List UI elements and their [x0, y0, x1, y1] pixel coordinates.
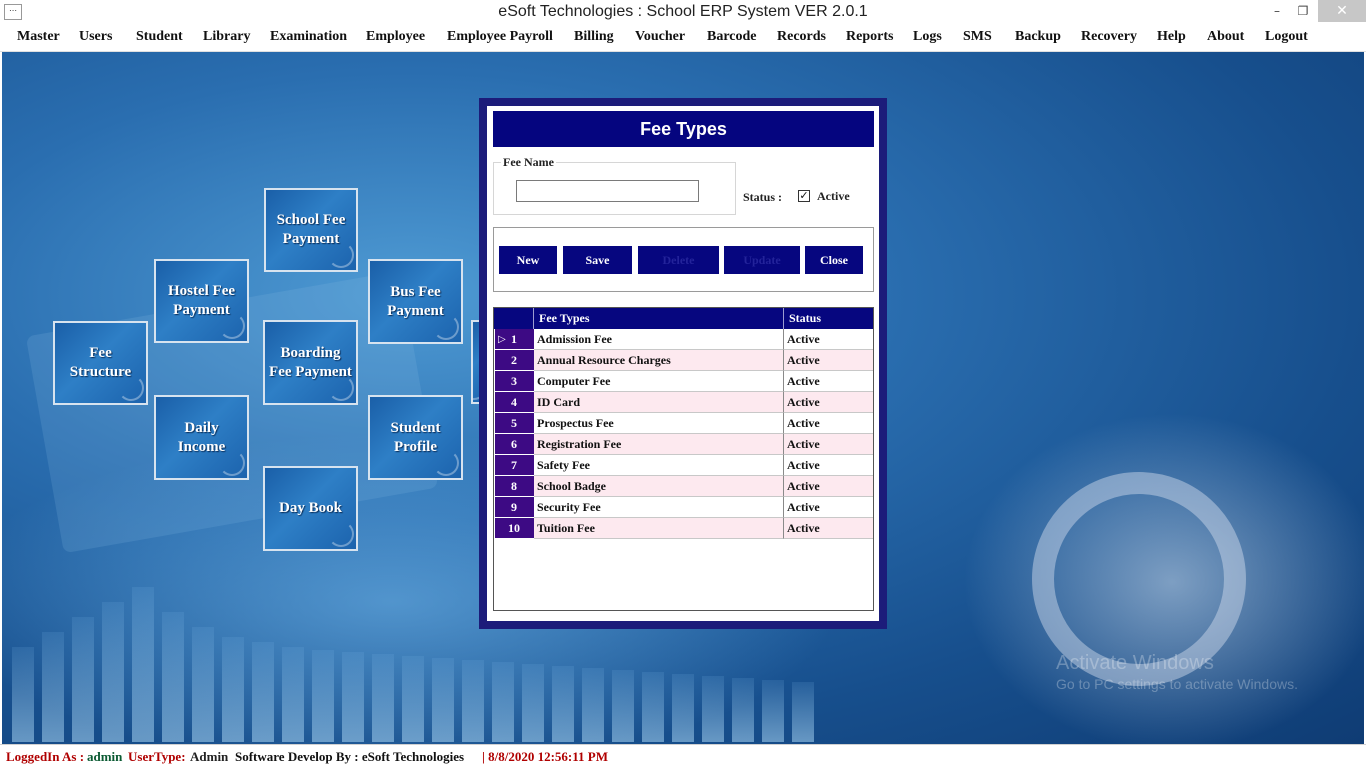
tile-bus-fee-payment[interactable]: Bus Fee Payment — [368, 259, 463, 344]
new-button[interactable]: New — [499, 246, 557, 274]
menu-backup[interactable]: Backup — [1015, 29, 1061, 45]
activation-watermark-title: Activate Windows — [1056, 652, 1214, 674]
update-button[interactable]: Update — [724, 246, 800, 274]
fee-type-cell[interactable]: Tuition Fee — [534, 518, 784, 539]
table-row[interactable]: 8 School Badge Active — [494, 476, 873, 497]
status-bar: LoggedIn As : admin UserType: Admin Soft… — [0, 744, 1366, 769]
tile-fee-structure[interactable]: Fee Structure — [53, 321, 148, 405]
menu-help[interactable]: Help — [1157, 29, 1186, 45]
fee-name-label: Fee Name — [501, 155, 556, 170]
save-button[interactable]: Save — [563, 246, 632, 274]
grid-header-rownum — [494, 308, 534, 329]
grid-header-fee-types[interactable]: Fee Types — [534, 308, 784, 329]
developer-credit: Software Develop By : eSoft Technologies — [235, 749, 465, 764]
status-cell[interactable]: Active — [784, 413, 873, 434]
status-cell[interactable]: Active — [784, 350, 873, 371]
menu-sms[interactable]: SMS — [963, 29, 992, 45]
status-cell[interactable]: Active — [784, 329, 873, 350]
menu-student[interactable]: Student — [136, 29, 183, 45]
fee-type-cell[interactable]: Computer Fee — [534, 371, 784, 392]
logged-in-label: LoggedIn As : — [6, 749, 85, 764]
delete-button[interactable]: Delete — [638, 246, 719, 274]
fee-type-cell[interactable]: School Badge — [534, 476, 784, 497]
datetime-display: | 8/8/2020 12:56:11 PM — [482, 749, 608, 764]
fee-type-cell[interactable]: Security Fee — [534, 497, 784, 518]
table-row[interactable]: 10 Tuition Fee Active — [494, 518, 873, 539]
status-cell[interactable]: Active — [784, 476, 873, 497]
dialog-body: Fee Types Fee Name Status : ✓ Active New… — [487, 106, 879, 621]
close-window-button[interactable]: ✕ — [1318, 0, 1366, 22]
table-row[interactable]: 3 Computer Fee Active — [494, 371, 873, 392]
status-cell[interactable]: Active — [784, 434, 873, 455]
status-cell[interactable]: Active — [784, 455, 873, 476]
usertype-label: UserType: — [128, 749, 186, 764]
status-label: Status : — [743, 190, 783, 204]
action-button-group: New Save Delete Update Close — [493, 227, 874, 292]
activation-watermark-text: Go to PC settings to activate Windows. — [1056, 676, 1298, 692]
menu-employee-payroll[interactable]: Employee Payroll — [447, 29, 553, 45]
fee-type-cell[interactable]: Admission Fee — [534, 329, 784, 350]
close-button[interactable]: Close — [805, 246, 863, 274]
tile-student-profile[interactable]: Student Profile — [368, 395, 463, 480]
fee-types-grid[interactable]: Fee Types Status ▷ 1 Admission Fee Active… — [493, 307, 874, 611]
tile-day-book[interactable]: Day Book — [263, 466, 358, 551]
menu-records[interactable]: Records — [777, 29, 826, 45]
grid-header: Fee Types Status — [494, 308, 873, 329]
menu-voucher[interactable]: Voucher — [635, 29, 685, 45]
menu-logout[interactable]: Logout — [1265, 29, 1308, 45]
active-label: Active — [817, 189, 850, 203]
menu-employee[interactable]: Employee — [366, 29, 425, 45]
tile-boarding-fee-payment[interactable]: Boarding Fee Payment — [263, 320, 358, 405]
active-checkbox[interactable]: ✓ — [798, 190, 810, 202]
usertype-value: Admin — [190, 749, 229, 764]
maximize-button[interactable]: ❐ — [1288, 0, 1318, 22]
dialog-title: Fee Types — [493, 111, 874, 147]
status-cell[interactable]: Active — [784, 518, 873, 539]
status-cell[interactable]: Active — [784, 371, 873, 392]
table-row[interactable]: ▷ 1 Admission Fee Active — [494, 329, 873, 350]
table-row[interactable]: 4 ID Card Active — [494, 392, 873, 413]
table-row[interactable]: 2 Annual Resource Charges Active — [494, 350, 873, 371]
fee-type-cell[interactable]: Prospectus Fee — [534, 413, 784, 434]
menu-library[interactable]: Library — [203, 29, 250, 45]
table-row[interactable]: 9 Security Fee Active — [494, 497, 873, 518]
menu-about[interactable]: About — [1207, 29, 1244, 45]
window-title: eSoft Technologies : School ERP System V… — [498, 3, 868, 20]
tile-school-fee-payment[interactable]: School Fee Payment — [264, 188, 358, 272]
table-row[interactable]: 7 Safety Fee Active — [494, 455, 873, 476]
title-bar: ⋯ eSoft Technologies : School ERP System… — [0, 0, 1366, 26]
table-row[interactable]: 5 Prospectus Fee Active — [494, 413, 873, 434]
menu-reports[interactable]: Reports — [846, 29, 893, 45]
menu-logs[interactable]: Logs — [913, 29, 942, 45]
logged-in-value: admin — [87, 749, 123, 764]
menu-examination[interactable]: Examination — [270, 29, 347, 45]
menu-billing[interactable]: Billing — [574, 29, 614, 45]
menu-recovery[interactable]: Recovery — [1081, 29, 1137, 45]
fee-type-cell[interactable]: Annual Resource Charges — [534, 350, 784, 371]
fee-type-cell[interactable]: Registration Fee — [534, 434, 784, 455]
tile-hostel-fee-payment[interactable]: Hostel Fee Payment — [154, 259, 249, 343]
menu-master[interactable]: Master — [17, 29, 60, 45]
fee-type-cell[interactable]: Safety Fee — [534, 455, 784, 476]
fee-types-dialog: Fee Types Fee Name Status : ✓ Active New… — [479, 98, 887, 629]
status-cell[interactable]: Active — [784, 392, 873, 413]
menu-barcode[interactable]: Barcode — [707, 29, 757, 45]
row-pointer-icon: ▷ — [498, 334, 506, 345]
menu-bar: Master Users Student Library Examination… — [0, 26, 1366, 52]
tile-daily-income[interactable]: Daily Income — [154, 395, 249, 480]
fee-type-cell[interactable]: ID Card — [534, 392, 784, 413]
fee-name-input[interactable] — [516, 180, 699, 202]
table-row[interactable]: 6 Registration Fee Active — [494, 434, 873, 455]
fee-name-group: Fee Name — [493, 155, 736, 215]
menu-users[interactable]: Users — [79, 29, 112, 45]
status-cell[interactable]: Active — [784, 497, 873, 518]
grid-header-status[interactable]: Status — [784, 308, 873, 329]
